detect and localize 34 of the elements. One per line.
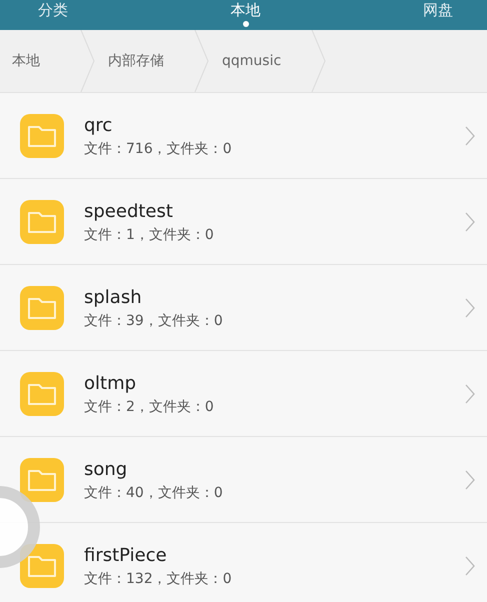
breadcrumb-item[interactable]: 本地: [0, 52, 80, 70]
folder-name: speedtest: [84, 200, 174, 224]
folder-row[interactable]: splash 文件：39，文件夹：0: [0, 265, 487, 351]
folder-name: splash: [84, 286, 143, 310]
folder-info: 文件：2，文件夹：0: [84, 398, 215, 416]
chevron-right-icon: [465, 556, 475, 576]
folder-icon: [20, 200, 64, 244]
folder-row[interactable]: qrc 文件：716，文件夹：0: [0, 93, 487, 179]
chevron-right-icon: [465, 384, 475, 404]
folder-icon: [20, 114, 64, 158]
folder-icon: [20, 372, 64, 416]
chevron-right-icon: [465, 298, 475, 318]
folder-icon: [20, 286, 64, 330]
folder-info: 文件：1，文件夹：0: [84, 226, 215, 244]
tab[interactable]: 本地: [230, 1, 260, 30]
folder-icon: [20, 458, 64, 502]
tab[interactable]: 分类: [38, 1, 68, 30]
breadcrumb-item[interactable]: 内部存储: [96, 52, 194, 70]
folder-info: 文件：39，文件夹：0: [84, 312, 224, 330]
chevron-right-icon: [465, 126, 475, 146]
tab[interactable]: 网盘: [423, 1, 453, 30]
folder-icon: [20, 544, 64, 588]
chevron-right-icon: [465, 470, 475, 490]
folder-name: firstPiece: [84, 544, 168, 568]
chevron-right-icon: [465, 212, 475, 232]
folder-info: 文件：132，文件夹：0: [84, 570, 233, 588]
folder-name: qrc: [84, 114, 114, 138]
folder-info: 文件：40，文件夹：0: [84, 484, 224, 502]
folder-row[interactable]: speedtest 文件：1，文件夹：0: [0, 179, 487, 265]
folder-name: song: [84, 458, 128, 482]
folder-info: 文件：716，文件夹：0: [84, 140, 233, 158]
folder-row[interactable]: oltmp 文件：2，文件夹：0: [0, 351, 487, 437]
folder-name: oltmp: [84, 372, 138, 396]
breadcrumb-item[interactable]: qqmusic: [210, 53, 312, 69]
